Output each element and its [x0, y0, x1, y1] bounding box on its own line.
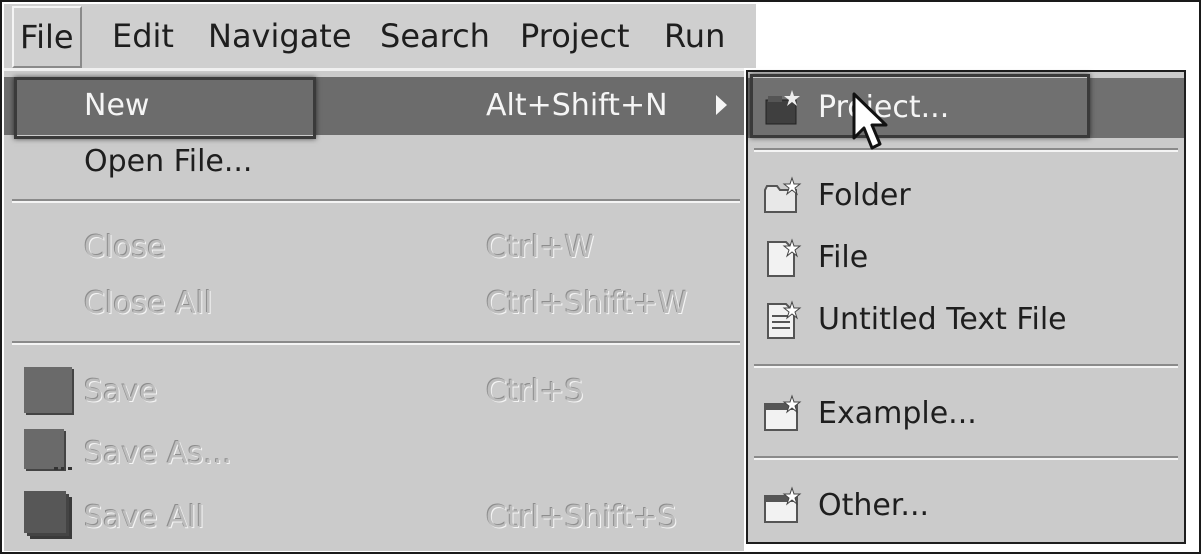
submenu-arrow-icon	[716, 95, 727, 115]
submenu-item-label: Folder	[818, 178, 911, 213]
focus-highlight-box	[14, 77, 316, 139]
new-example-icon	[762, 394, 802, 434]
menu-bar: File Edit Navigate Search Project Run	[4, 4, 756, 68]
new-text-file-icon	[762, 300, 802, 340]
submenu-item-untitled-text-file[interactable]: Untitled Text File	[748, 290, 1184, 350]
menu-search[interactable]: Search	[374, 4, 496, 68]
menu-item-save-as: Save As...	[4, 425, 744, 483]
menu-navigate[interactable]: Navigate	[202, 4, 358, 68]
submenu-item-other[interactable]: Other...	[748, 476, 1184, 536]
focus-highlight-box	[750, 74, 1090, 138]
submenu-item-label: File	[818, 240, 869, 275]
mouse-pointer-icon	[852, 92, 896, 162]
menu-item-label: Save As...	[84, 436, 232, 471]
save-icon	[24, 367, 72, 413]
menu-item-shortcut: Ctrl+W	[486, 230, 595, 265]
menu-item-label: Save	[84, 374, 158, 409]
menu-project[interactable]: Project	[514, 4, 635, 68]
submenu-item-folder[interactable]: Folder	[748, 166, 1184, 226]
menu-separator	[754, 456, 1178, 460]
menu-item-label: Save All	[84, 500, 205, 535]
menu-item-save-all: Save All Ctrl+Shift+S	[4, 489, 744, 547]
menu-item-label: Close	[84, 230, 166, 265]
menu-item-save: Save Ctrl+S	[4, 363, 744, 421]
menu-run[interactable]: Run	[658, 4, 731, 68]
new-file-icon	[762, 238, 802, 278]
menu-item-close-all: Close All Ctrl+Shift+W	[4, 275, 744, 333]
submenu-item-label: Untitled Text File	[818, 302, 1067, 337]
menu-separator	[12, 199, 740, 203]
submenu-item-example[interactable]: Example...	[748, 384, 1184, 444]
menu-separator	[754, 148, 1178, 152]
menu-item-shortcut: Ctrl+Shift+W	[486, 286, 688, 321]
new-other-icon	[762, 486, 802, 526]
new-folder-icon	[762, 176, 802, 216]
menu-separator	[12, 341, 740, 345]
menu-item-label: Open File...	[84, 144, 253, 179]
menu-separator	[754, 364, 1178, 368]
menu-item-open-file[interactable]: Open File...	[4, 133, 744, 191]
new-submenu: Project... Folder File Untitled Text Fil…	[746, 70, 1186, 544]
submenu-item-label: Example...	[818, 396, 977, 431]
menu-item-shortcut: Ctrl+Shift+S	[486, 500, 677, 535]
save-as-icon	[24, 429, 72, 470]
menu-item-shortcut: Ctrl+S	[486, 374, 584, 409]
menu-item-label: Close All	[84, 286, 213, 321]
menu-edit[interactable]: Edit	[106, 4, 180, 68]
file-menu-dropdown: New Alt+Shift+N Open File... Close Ctrl+…	[4, 68, 744, 551]
save-all-icon	[24, 491, 66, 533]
submenu-item-label: Other...	[818, 488, 930, 523]
menu-item-close: Close Ctrl+W	[4, 219, 744, 277]
submenu-item-file[interactable]: File	[748, 228, 1184, 288]
menu-item-shortcut: Alt+Shift+N	[486, 88, 668, 123]
menu-file[interactable]: File	[12, 6, 82, 68]
